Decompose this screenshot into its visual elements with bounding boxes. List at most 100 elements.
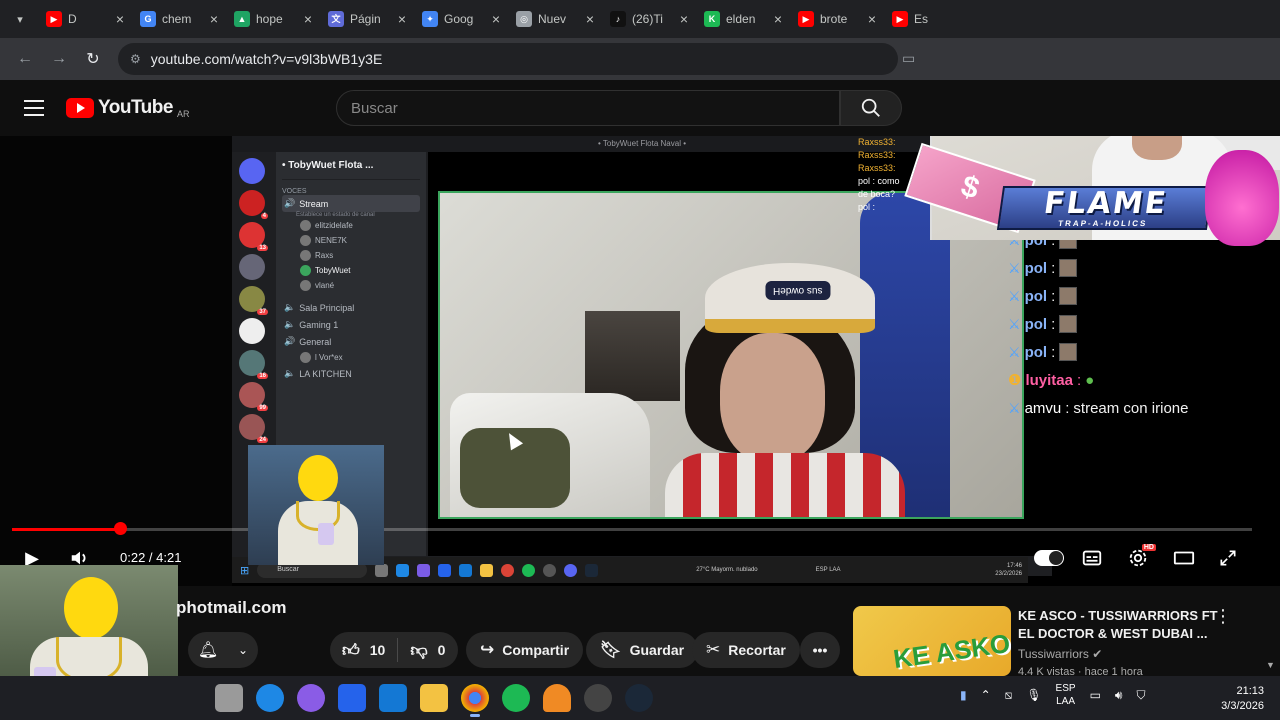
cloud-icon[interactable] — [543, 684, 571, 712]
channel-handle[interactable]: photmail.com — [176, 598, 287, 618]
network-icon[interactable]: ⧅ — [1005, 688, 1013, 703]
tab-label: chem — [162, 12, 192, 26]
bell-icon: 🔔︎ — [197, 642, 219, 659]
reload-icon[interactable]: ↻ — [76, 42, 110, 76]
close-icon[interactable]: × — [774, 11, 782, 27]
dislike-button[interactable]: 👎︎ 0 — [398, 632, 457, 668]
sword-badge-icon: ⚔ — [1008, 315, 1021, 332]
close-icon[interactable]: × — [586, 11, 594, 27]
kebab-menu-icon[interactable]: ⋮ — [1214, 606, 1232, 627]
save-label: Guardar — [629, 642, 685, 658]
settings-button[interactable]: HD — [1124, 544, 1156, 572]
microphone-icon[interactable]: 🎙︎ — [1026, 688, 1041, 702]
recommended-thumbnail[interactable]: KE ASKO — [853, 606, 1011, 676]
save-button[interactable]: 🔖︎ Guardar — [586, 632, 699, 668]
shield-icon[interactable]: ⛉ — [1136, 688, 1145, 703]
browser-tab[interactable]: ◎ Nuev × — [508, 4, 602, 34]
emote-icon — [1059, 343, 1078, 361]
notifications-button[interactable]: 🔔︎ ⌄ — [188, 632, 258, 668]
recommended-title[interactable]: KE ASCO - TUSSIWARRIORS FT EL DOCTOR & W… — [1018, 607, 1218, 643]
search-input[interactable]: Buscar — [336, 90, 840, 126]
homer-head — [64, 577, 118, 639]
channel-gaming: 🔈 Gaming 1 — [282, 316, 420, 333]
back-arrow-icon[interactable]: ← — [8, 42, 42, 76]
notification-app-icon[interactable]: ▮ — [960, 688, 967, 702]
browser-tab[interactable]: ▶ Es — [884, 4, 978, 34]
language-indicator[interactable]: ESP LAA — [1056, 682, 1076, 708]
browser-tab-bar: ▾ ▶ D × Gchem × ▲ hope × 文 Págin × ✦ Goog × ◎ Nuev… — [0, 0, 1280, 38]
server-icon: 24 — [239, 414, 268, 443]
copilot-icon[interactable] — [297, 684, 325, 712]
url-field[interactable]: ⚙ youtube.com/watch?v=v9l3bWB1y3E — [118, 43, 898, 75]
folder-icon[interactable] — [420, 684, 448, 712]
app-icon[interactable] — [584, 684, 612, 712]
display-icon[interactable]: ▭ — [1090, 688, 1101, 702]
more-actions-button[interactable]: ••• — [800, 632, 840, 668]
browser-tab[interactable]: ✦ Goog × — [414, 4, 508, 34]
server-icon: 99 — [239, 382, 268, 411]
autoplay-toggle[interactable] — [1032, 544, 1066, 572]
menu-icon[interactable] — [14, 88, 54, 128]
store-icon[interactable] — [338, 684, 366, 712]
tab-search-icon[interactable]: ▾ — [8, 7, 32, 31]
browser-tab[interactable]: 文 Págin × — [320, 4, 414, 34]
chrome-icon[interactable] — [461, 684, 489, 717]
browser-tab[interactable]: ▶ D × — [38, 4, 132, 34]
site-info-icon[interactable]: ⚙ — [130, 52, 141, 66]
recommended-channel[interactable]: Tussiwarriors ✔ — [1018, 647, 1102, 661]
close-icon[interactable]: × — [304, 11, 312, 27]
browser-tab[interactable]: ♪ (26)Ti × — [602, 4, 696, 34]
fullscreen-button[interactable] — [1214, 544, 1242, 572]
close-icon[interactable]: × — [398, 11, 406, 27]
theater-mode-button[interactable] — [1170, 544, 1198, 572]
search-button[interactable] — [840, 90, 902, 126]
emote-icon — [1059, 315, 1078, 333]
outlook-icon[interactable] — [379, 684, 407, 712]
browser-tab[interactable]: Gchem × — [132, 4, 226, 34]
edge-icon[interactable] — [256, 684, 284, 712]
speaker-icon: 🔊 — [284, 336, 296, 346]
server-icon: 37 — [239, 286, 268, 315]
youtube-logo[interactable]: YouTube AR — [66, 97, 189, 119]
forward-arrow-icon[interactable]: → — [42, 42, 76, 76]
thumbnail-text: KE ASKO — [891, 627, 1011, 675]
channel-sala-principal: 🔈 Sala Principal — [282, 299, 420, 316]
tab-label: elden — [726, 12, 756, 26]
close-icon[interactable]: × — [116, 11, 124, 27]
subtitles-button[interactable] — [1078, 544, 1106, 572]
progress-bar[interactable] — [12, 528, 1252, 531]
voice-user: elitzidelafe — [282, 218, 420, 233]
avatar — [300, 352, 311, 363]
close-icon[interactable]: × — [680, 11, 688, 27]
chat-message: ⚔ amvu: stream con irione — [1000, 394, 1280, 422]
spotify-icon[interactable] — [502, 684, 530, 712]
like-button[interactable]: 👍︎ 10 — [330, 632, 397, 668]
chrome-icon — [501, 563, 515, 577]
chat-message: ⚔pol: — [1000, 254, 1280, 282]
cast-icon[interactable]: ▭ — [902, 50, 915, 67]
chat-user: pol — [1024, 343, 1048, 361]
browser-tab[interactable]: ▶ brote × — [790, 4, 884, 34]
steam-icon — [585, 563, 599, 577]
chat-user: pol — [1024, 259, 1048, 277]
steam-icon[interactable] — [625, 684, 653, 712]
browser-tab[interactable]: ▲ hope × — [226, 4, 320, 34]
browser-tab[interactable]: Kelden × — [696, 4, 790, 34]
close-icon[interactable]: × — [210, 11, 218, 27]
chevron-up-icon[interactable]: ⌃ — [981, 688, 991, 702]
video-player[interactable]: • TobyWuet Flota Naval • 4 13 37 16 99 2… — [0, 136, 1280, 586]
file-explorer-icon[interactable] — [215, 684, 243, 712]
progress-scrubber[interactable] — [113, 522, 127, 535]
clip-button[interactable]: ✂ Recortar — [692, 632, 800, 668]
close-icon[interactable]: × — [492, 11, 500, 27]
windows-start-icon: ⊞ — [240, 564, 250, 577]
volume-icon[interactable]: 🔊︎ — [1115, 688, 1123, 703]
avatar — [300, 280, 311, 291]
folder-icon — [480, 563, 494, 577]
share-button[interactable]: ↪ Compartir — [466, 632, 584, 668]
fullscreen-icon — [1220, 550, 1236, 566]
taskbar-clock[interactable]: 21:13 3/3/2026 — [1210, 684, 1264, 714]
close-icon[interactable]: × — [868, 11, 876, 27]
channel-label: LA KITCHEN — [299, 368, 352, 379]
scroll-down-icon[interactable]: ▼ — [1266, 660, 1275, 670]
